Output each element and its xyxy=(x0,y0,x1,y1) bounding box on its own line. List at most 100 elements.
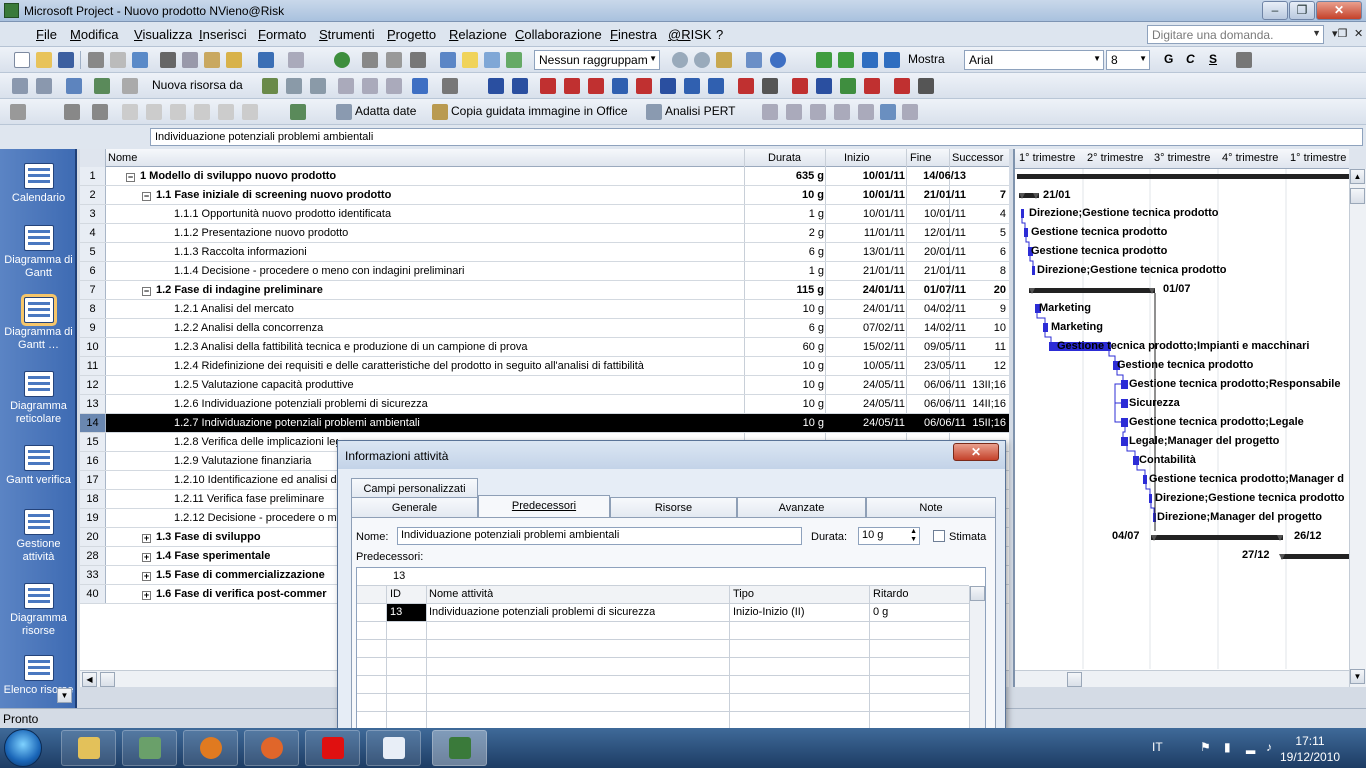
task-name-field[interactable]: Individuazione potenziali problemi ambie… xyxy=(397,527,802,545)
assign-resources-icon[interactable] xyxy=(484,52,500,68)
maximize-button[interactable]: ❐ xyxy=(1289,1,1315,20)
gantt-horizontal-scrollbar[interactable] xyxy=(1015,670,1349,687)
outdent-icon[interactable] xyxy=(92,104,108,120)
task-row[interactable]: 8 1.2.1 Analisi del mercato 10 g 24/01/11 04… xyxy=(80,300,1009,319)
view-bar-scroll-down[interactable]: ▼ xyxy=(57,688,72,703)
chart-icon[interactable] xyxy=(10,104,26,120)
task-name-cell[interactable]: +1.5 Fase di commercializzazione xyxy=(142,569,338,581)
pert-pessimistic-icon[interactable] xyxy=(858,104,874,120)
view-network[interactable]: Diagramma reticolare xyxy=(0,371,77,426)
copy-picture-icon[interactable] xyxy=(746,52,762,68)
scroll-thumb[interactable] xyxy=(100,672,115,687)
start-cell[interactable]: 10/01/11 xyxy=(825,208,905,220)
resource-pool-icon[interactable] xyxy=(262,78,278,94)
tab-advanced[interactable]: Avanzate xyxy=(737,497,866,518)
tab-general[interactable]: Generale xyxy=(351,497,478,518)
adapt-dates-button[interactable]: Adatta date xyxy=(355,104,416,118)
task-name-cell[interactable]: +1.4 Fase sperimentale xyxy=(142,550,338,562)
chevron-down-icon[interactable]: ▼ xyxy=(1312,28,1321,38)
row-id[interactable]: 33 xyxy=(80,566,106,584)
risk-results-icon[interactable] xyxy=(840,78,856,94)
percent-25-icon[interactable] xyxy=(146,104,162,120)
row-id[interactable]: 14 xyxy=(80,414,106,432)
expand-icon[interactable]: + xyxy=(142,572,151,581)
risk-settings-icon[interactable] xyxy=(684,78,700,94)
vertical-scrollbar[interactable]: ▲ ▼ xyxy=(1349,169,1366,687)
scroll-down-icon[interactable]: ▼ xyxy=(1350,669,1365,684)
pred-name-cell[interactable]: Individuazione potenziali problemi di si… xyxy=(429,606,655,618)
risk-window-icon[interactable] xyxy=(660,78,676,94)
risk-help-icon[interactable] xyxy=(918,78,934,94)
view-task-usage[interactable]: Gestione attività xyxy=(0,509,77,564)
task-name-cell[interactable]: 1.2.2 Analisi della concorrenza xyxy=(174,322,712,334)
link-icon[interactable] xyxy=(362,52,378,68)
menu-risk[interactable]: @RISK xyxy=(668,27,712,42)
explorer-taskbar-button[interactable] xyxy=(61,730,116,766)
assign-icon[interactable] xyxy=(122,78,138,94)
pert-icon[interactable] xyxy=(646,104,662,120)
risk-define-icon[interactable] xyxy=(488,78,504,94)
menu-help[interactable]: ? xyxy=(716,27,723,42)
start-button[interactable] xyxy=(4,729,42,767)
copy-image-wizard-button[interactable]: Copia guidata immagine in Office xyxy=(451,104,628,118)
dialog-close-button[interactable]: ✕ xyxy=(953,443,999,461)
font-combo[interactable]: Arial ▼ xyxy=(964,50,1104,70)
task-name-cell[interactable]: 1.2.3 Analisi della fattibilità tecnica … xyxy=(174,341,712,353)
start-cell[interactable]: 21/01/11 xyxy=(825,265,905,277)
zoom-out-icon[interactable] xyxy=(694,52,710,68)
risk-chart-icon[interactable] xyxy=(894,78,910,94)
tab-custom-fields[interactable]: Campi personalizzati xyxy=(351,478,478,499)
pert-calc-icon[interactable] xyxy=(786,104,802,120)
language-indicator[interactable]: IT xyxy=(1152,740,1163,754)
pdf-taskbar-button[interactable] xyxy=(366,730,421,766)
start-cell[interactable]: 24/05/11 xyxy=(825,379,905,391)
task-row[interactable]: 12 1.2.5 Valutazione capacità produttive 1… xyxy=(80,376,1009,395)
pred-lag-cell[interactable]: 0 g xyxy=(873,606,888,618)
row-id[interactable]: 20 xyxy=(80,528,106,546)
pert-expected-icon[interactable] xyxy=(834,104,850,120)
row-id[interactable]: 1 xyxy=(80,167,106,185)
estimated-checkbox[interactable] xyxy=(933,530,945,542)
start-cell[interactable]: 10/01/11 xyxy=(825,170,905,182)
scroll-up-icon[interactable]: ▲ xyxy=(1350,169,1365,184)
font-size-combo[interactable]: 8 ▼ xyxy=(1106,50,1150,70)
view-gantt-risk[interactable]: Diagramma di Gantt … xyxy=(0,297,77,352)
duration-cell[interactable]: 6 g xyxy=(744,322,824,334)
open-icon[interactable] xyxy=(36,52,52,68)
menu-progetto[interactable]: Progetto xyxy=(387,27,436,42)
split-icon[interactable] xyxy=(410,52,426,68)
row-id[interactable]: 7 xyxy=(80,281,106,299)
duration-stepper[interactable]: 10 g ▲ ▼ xyxy=(858,527,920,545)
filter-icon[interactable] xyxy=(1236,52,1252,68)
duration-cell[interactable]: 10 g xyxy=(744,398,824,410)
table-row[interactable]: 13 Individuazione potenziali problemi di… xyxy=(357,604,969,622)
task-name-cell[interactable]: 1.2.7 Individuazione potenziali problemi… xyxy=(174,417,712,429)
percent-100-icon[interactable] xyxy=(218,104,234,120)
edit-field[interactable]: 13 xyxy=(393,570,405,582)
percent-0-icon[interactable] xyxy=(122,104,138,120)
select-all-corner[interactable] xyxy=(80,149,106,167)
risk-stop-icon[interactable] xyxy=(864,78,880,94)
duration-cell[interactable]: 6 g xyxy=(744,246,824,258)
menu-finestra[interactable]: Finestra xyxy=(610,27,657,42)
task-name-cell[interactable]: −1.2 Fase di indagine preliminare xyxy=(142,284,712,296)
task-name-cell[interactable]: 1.1.1 Opportunità nuovo prodotto identif… xyxy=(174,208,712,220)
row-id[interactable]: 9 xyxy=(80,319,106,337)
successors-cell[interactable]: 12 xyxy=(950,360,1006,372)
pert-entry-icon[interactable] xyxy=(762,104,778,120)
task-row[interactable]: 11 1.2.4 Ridefinizione dei requisiti e de… xyxy=(80,357,1009,376)
row-id[interactable]: 13 xyxy=(80,395,106,413)
row-id[interactable]: 4 xyxy=(80,224,106,242)
risk-demo-icon[interactable] xyxy=(816,78,832,94)
task-name-cell[interactable]: 1.2.4 Ridefinizione dei requisiti e dell… xyxy=(174,360,712,372)
duration-cell[interactable]: 10 g xyxy=(744,417,824,429)
task-name-cell[interactable]: 1.2.5 Valutazione capacità produttive xyxy=(174,379,712,391)
task-row[interactable]: 2 −1.1 Fase iniziale di screening nuovo p… xyxy=(80,186,1009,205)
unlink-icon[interactable] xyxy=(386,52,402,68)
scroll-thumb[interactable] xyxy=(1067,672,1082,687)
start-cell[interactable]: 10/05/11 xyxy=(825,360,905,372)
italic-button[interactable]: C xyxy=(1186,52,1195,66)
expand-icon[interactable]: + xyxy=(142,534,151,543)
task-info-icon[interactable] xyxy=(440,52,456,68)
col-duration-header[interactable]: Durata xyxy=(768,152,801,164)
